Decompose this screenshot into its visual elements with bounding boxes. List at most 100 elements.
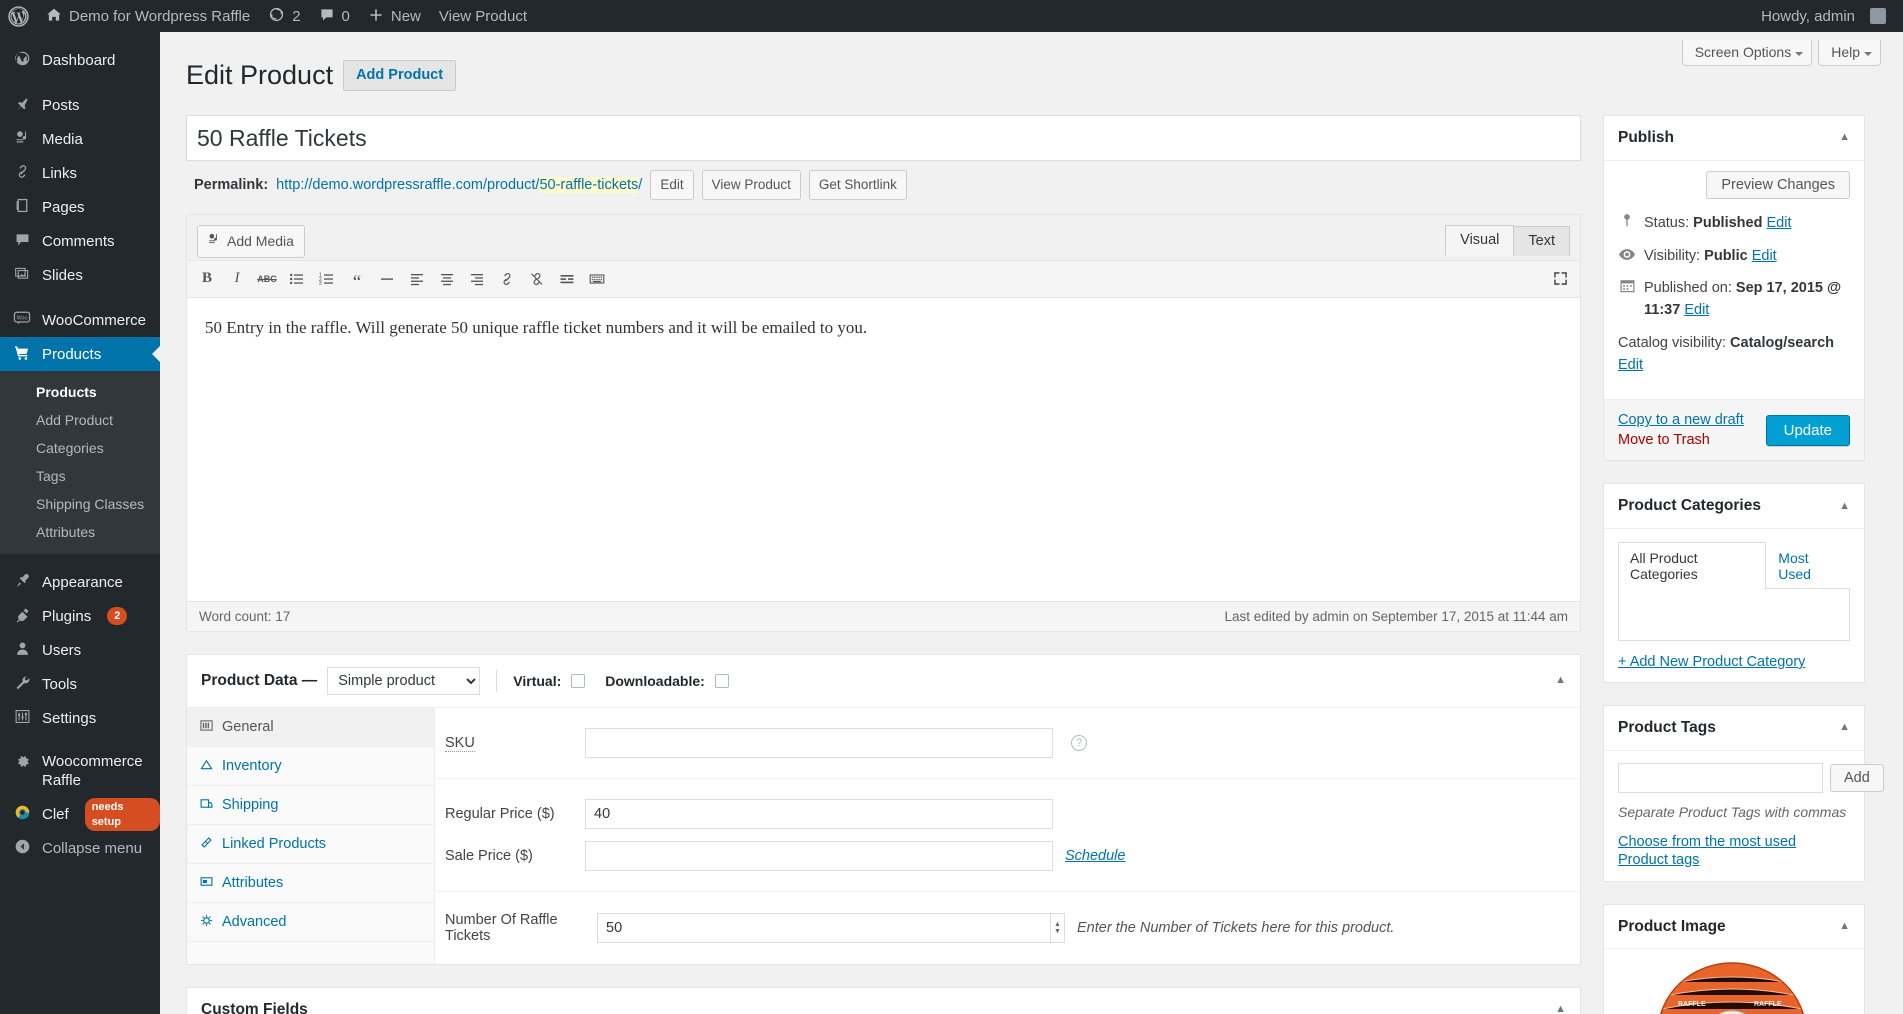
insert-link-icon[interactable]: [493, 266, 521, 292]
get-shortlink-button[interactable]: Get Shortlink: [808, 170, 907, 200]
custom-fields-toggle-icon[interactable]: ▲: [1555, 1004, 1566, 1014]
sidebar-item-links[interactable]: Links: [0, 156, 160, 190]
product-data-box: Product Data — Simple product Grouped pr…: [186, 653, 1581, 965]
toolbar-toggle-icon[interactable]: [583, 266, 611, 292]
blockquote-icon[interactable]: “: [343, 266, 371, 292]
sidebar-item-tools[interactable]: Tools: [0, 667, 160, 701]
permalink-value[interactable]: http://demo.wordpressraffle.com/product/…: [276, 176, 642, 193]
edit-status-link[interactable]: Edit: [1767, 215, 1792, 231]
preview-changes-button[interactable]: Preview Changes: [1706, 170, 1850, 199]
numbered-list-icon[interactable]: 123: [313, 266, 341, 292]
raffle-tickets-input[interactable]: [597, 912, 1051, 943]
sidebar-item-woocommerce[interactable]: Woo WooCommerce: [0, 303, 160, 337]
add-media-button[interactable]: Add Media: [197, 224, 305, 259]
submenu-item-products[interactable]: Products: [0, 378, 160, 406]
product-tab-general[interactable]: General: [187, 707, 434, 747]
remove-link-icon[interactable]: [523, 266, 551, 292]
edit-visibility-link[interactable]: Edit: [1752, 248, 1777, 264]
fullscreen-icon[interactable]: [1546, 266, 1574, 292]
wordpress-logo-icon[interactable]: [0, 0, 37, 32]
add-product-button[interactable]: Add Product: [343, 60, 457, 91]
product-tab-attributes[interactable]: Attributes: [187, 864, 434, 903]
sidebar-item-clef[interactable]: Clef needs setup: [0, 798, 160, 832]
sidebar-item-dashboard[interactable]: Dashboard: [0, 43, 160, 77]
italic-icon[interactable]: I: [223, 266, 251, 292]
sidebar-item-media[interactable]: Media: [0, 122, 160, 156]
title-area: [186, 115, 1581, 162]
collapse-menu-button[interactable]: Collapse menu: [0, 832, 160, 866]
product-tab-advanced[interactable]: Advanced: [187, 903, 434, 942]
view-product-button[interactable]: View Product: [701, 170, 801, 200]
submenu-item-shipping-classes[interactable]: Shipping Classes: [0, 490, 160, 518]
tab-visual[interactable]: Visual: [1445, 224, 1515, 256]
read-more-icon[interactable]: [553, 266, 581, 292]
submenu-item-categories[interactable]: Categories: [0, 434, 160, 462]
my-account-menu[interactable]: Howdy, admin: [1752, 0, 1895, 32]
product-tab-shipping[interactable]: Shipping: [187, 786, 434, 825]
sidebar-item-posts[interactable]: Posts: [0, 88, 160, 122]
sku-input[interactable]: [585, 727, 1053, 758]
view-product-link[interactable]: View Product: [430, 0, 536, 32]
product-image-thumbnail[interactable]: RAFFLE RAFFLE TICKET TICKET RAFFLE RAFFL…: [1604, 949, 1852, 1014]
updates-menu[interactable]: 2: [259, 0, 309, 32]
product-type-select[interactable]: Simple product Grouped product External/…: [327, 666, 481, 695]
edit-permalink-button[interactable]: Edit: [650, 170, 694, 200]
virtual-checkbox[interactable]: [571, 673, 586, 688]
catalog-label: Catalog visibility:: [1618, 334, 1726, 351]
raffle-tickets-stepper[interactable]: ▲ ▼: [1051, 912, 1065, 943]
product-data-toggle-icon[interactable]: ▲: [1555, 674, 1566, 686]
downloadable-checkbox[interactable]: [714, 673, 729, 688]
update-button[interactable]: Update: [1765, 414, 1850, 446]
bulleted-list-icon[interactable]: [283, 266, 311, 292]
strikethrough-icon[interactable]: ABC: [253, 266, 281, 292]
product-tags-input[interactable]: [1618, 762, 1823, 793]
submenu-item-tags[interactable]: Tags: [0, 462, 160, 490]
align-center-icon[interactable]: [433, 266, 461, 292]
add-new-product-category-link[interactable]: + Add New Product Category: [1618, 654, 1850, 670]
tab-most-used[interactable]: Most Used: [1766, 542, 1850, 589]
sidebar-item-settings[interactable]: Settings: [0, 701, 160, 735]
sidebar-item-appearance[interactable]: Appearance: [0, 565, 160, 599]
comments-menu[interactable]: 0: [310, 0, 359, 32]
horizontal-rule-icon[interactable]: [373, 266, 401, 292]
add-tag-button[interactable]: Add: [1830, 763, 1884, 792]
sale-price-input[interactable]: [585, 840, 1053, 871]
sidebar-item-comments[interactable]: Comments: [0, 224, 160, 258]
sidebar-item-products[interactable]: Products: [0, 337, 160, 371]
product-tab-inventory[interactable]: Inventory: [187, 747, 434, 786]
edit-published-link[interactable]: Edit: [1684, 302, 1709, 318]
question-mark-icon[interactable]: ?: [1071, 734, 1087, 751]
sidebar-item-woocommerce-raffle[interactable]: Woocommerce Raffle: [0, 746, 160, 798]
sidebar-item-users[interactable]: Users: [0, 633, 160, 667]
sidebar-item-slides[interactable]: Slides: [0, 258, 160, 292]
product-image-toggle-icon[interactable]: ▲: [1839, 921, 1850, 932]
tab-all-product-categories[interactable]: All Product Categories: [1618, 541, 1767, 589]
product-title-input[interactable]: [186, 115, 1581, 162]
copy-to-new-draft-link[interactable]: Copy to a new draft: [1618, 412, 1744, 428]
help-button[interactable]: Help: [1818, 40, 1881, 66]
edit-catalog-link[interactable]: Edit: [1618, 357, 1643, 373]
screen-options-button[interactable]: Screen Options: [1681, 40, 1813, 66]
sidebar-item-pages[interactable]: Pages: [0, 190, 160, 224]
sidebar-item-plugins[interactable]: Plugins 2: [0, 599, 160, 633]
move-to-trash-link[interactable]: Move to Trash: [1618, 432, 1710, 448]
submenu-item-add-product[interactable]: Add Product: [0, 406, 160, 434]
product-tags-toggle-icon[interactable]: ▲: [1839, 722, 1850, 733]
product-categories-toggle-icon[interactable]: ▲: [1839, 500, 1850, 512]
align-right-icon[interactable]: [463, 266, 491, 292]
align-left-icon[interactable]: [403, 266, 431, 292]
publish-toggle-icon[interactable]: ▲: [1839, 132, 1850, 143]
bold-icon[interactable]: B: [193, 266, 221, 292]
stepper-up-icon[interactable]: ▲: [1054, 921, 1061, 928]
editor-content-area[interactable]: 50 Entry in the raffle. Will generate 50…: [187, 297, 1580, 601]
submenu-item-attributes[interactable]: Attributes: [0, 518, 160, 546]
category-checklist[interactable]: [1618, 588, 1850, 641]
regular-price-input[interactable]: [585, 798, 1053, 829]
new-content-menu[interactable]: New: [359, 0, 430, 32]
choose-most-used-tags-link[interactable]: Choose from the most used Product tags: [1618, 834, 1796, 868]
product-tab-linked-products[interactable]: Linked Products: [187, 825, 434, 864]
stepper-down-icon[interactable]: ▼: [1054, 928, 1061, 935]
tab-text[interactable]: Text: [1513, 225, 1570, 256]
site-name-menu[interactable]: Demo for Wordpress Raffle: [37, 0, 259, 32]
schedule-link[interactable]: Schedule: [1065, 848, 1125, 864]
